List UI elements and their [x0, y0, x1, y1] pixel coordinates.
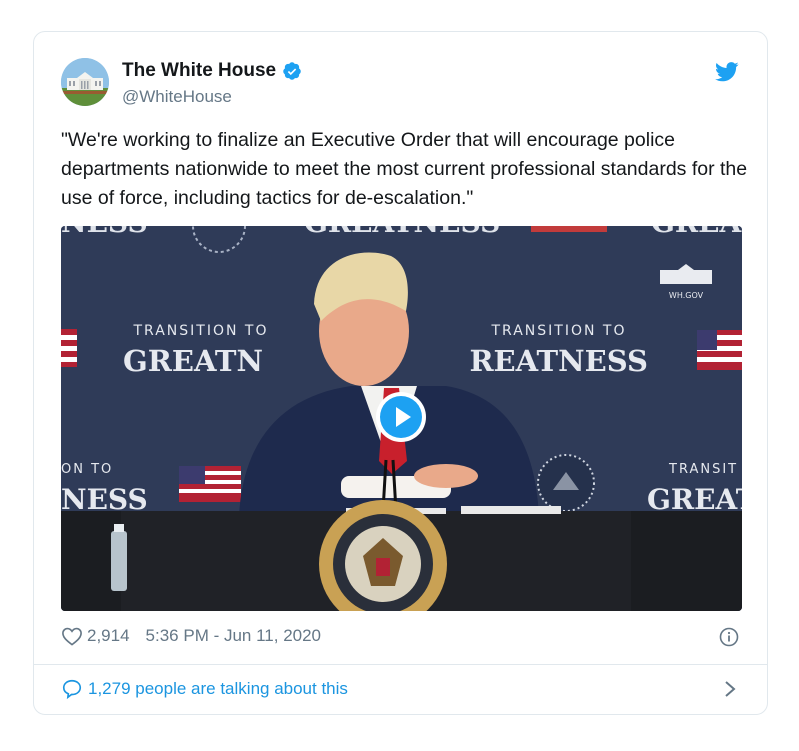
- author-name-row[interactable]: The White House: [122, 60, 302, 82]
- author-handle[interactable]: @WhiteHouse: [122, 87, 232, 107]
- tweet-card: The White House @WhiteHouse "We're worki…: [33, 31, 768, 715]
- author-avatar[interactable]: [61, 58, 109, 106]
- tweet-meta: 2,914 5:36 PM - Jun 11, 2020: [61, 626, 321, 646]
- backdrop-text-right-top: TRANSITION TO: [491, 323, 627, 339]
- svg-text:WH.GOV: WH.GOV: [669, 291, 704, 300]
- water-bottle: [111, 524, 127, 591]
- tweet-text: "We're working to finalize an Executive …: [61, 129, 748, 209]
- speech-bubble-icon: [62, 679, 82, 700]
- divider: [34, 664, 767, 665]
- twitter-bird-icon[interactable]: [715, 62, 739, 82]
- author-name[interactable]: The White House: [122, 60, 276, 82]
- backdrop-text-lower-left-top: ON TO: [61, 462, 113, 477]
- chevron-right-icon[interactable]: [723, 680, 737, 698]
- backdrop-text-left-bottom: GREATN: [123, 344, 263, 378]
- flag-lower-left: [179, 466, 241, 502]
- verified-badge-icon: [283, 62, 301, 80]
- video-player[interactable]: NESS GREATNESS GREA WH.GOV: [61, 226, 742, 611]
- backdrop-text-left-top: TRANSITION TO: [133, 323, 269, 339]
- backdrop-text-lower-right-top: TRANSIT: [668, 462, 738, 477]
- backdrop-text-top-left: NESS: [61, 226, 148, 239]
- play-icon[interactable]: [375, 391, 427, 443]
- like-count[interactable]: 2,914: [87, 626, 130, 646]
- info-icon[interactable]: [719, 627, 739, 647]
- timestamp[interactable]: 5:36 PM - Jun 11, 2020: [146, 626, 321, 646]
- conversation-text[interactable]: 1,279 people are talking about this: [88, 679, 348, 699]
- backdrop-text-top-right: GREA: [651, 226, 742, 239]
- backdrop-text-top-center: GREATNESS: [304, 226, 500, 239]
- flag-right: [697, 330, 742, 370]
- heart-icon[interactable]: [61, 626, 83, 646]
- backdrop-text-right-bottom: REATNESS: [469, 344, 648, 378]
- conversation-link[interactable]: 1,279 people are talking about this: [61, 678, 348, 700]
- flag-left: [61, 329, 77, 367]
